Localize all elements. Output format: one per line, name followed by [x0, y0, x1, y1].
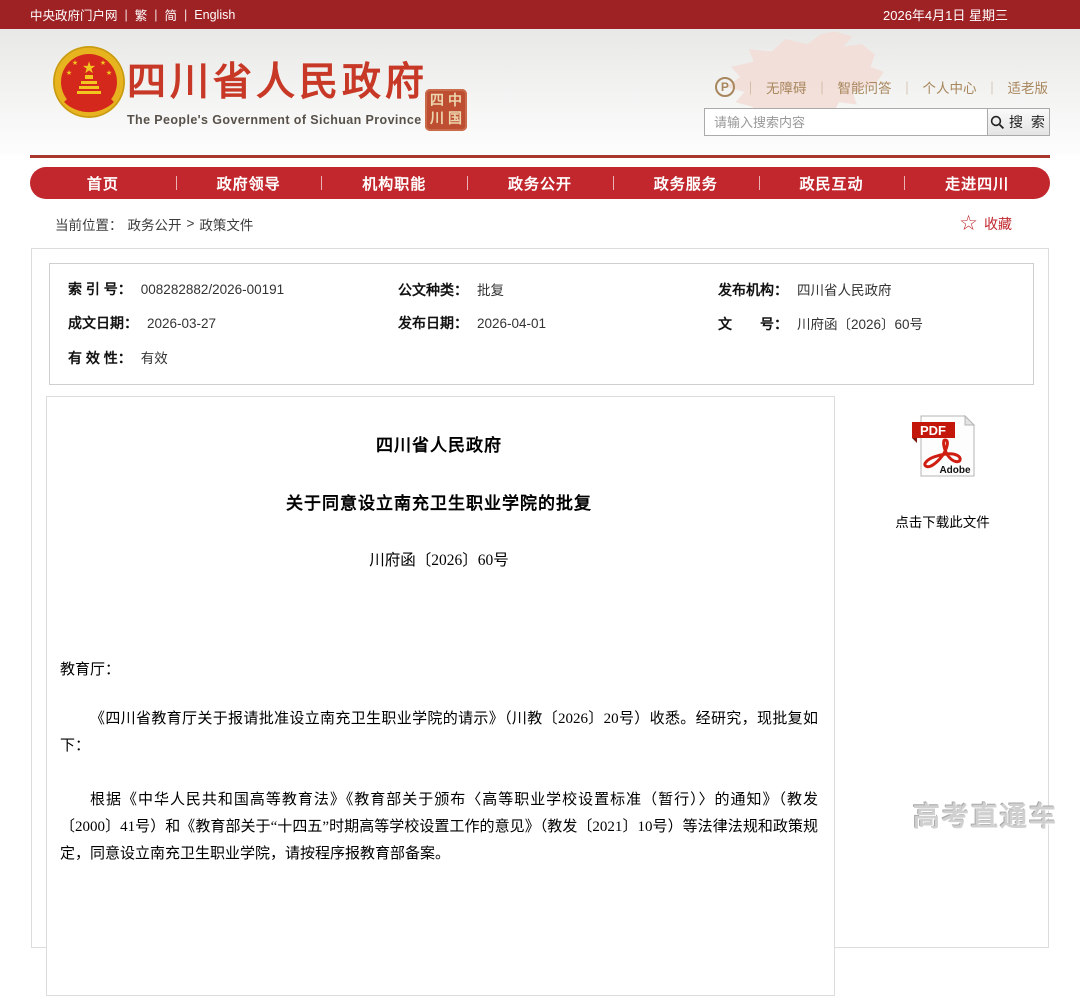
- nav-item-home[interactable]: 首页: [30, 167, 176, 199]
- search-button[interactable]: 搜 索: [987, 108, 1050, 136]
- download-file-link[interactable]: 点击下载此文件: [835, 511, 1050, 531]
- search-input[interactable]: [704, 108, 987, 136]
- simplified-chinese-link[interactable]: 简: [165, 5, 178, 24]
- document-type-value: 批复: [477, 279, 504, 299]
- svg-text:PDF: PDF: [920, 423, 946, 438]
- document-title: 关于同意设立南充卫生职业学院的批复: [60, 489, 818, 514]
- index-number-label: 索 引 号：: [68, 279, 132, 299]
- header-quick-links: P ｜ 无障碍 ｜ 智能问答 ｜ 个人中心 ｜ 适老版: [715, 77, 1048, 97]
- favorite-label: 收藏: [984, 214, 1012, 234]
- svg-text:★: ★: [82, 60, 96, 77]
- separator: |: [184, 8, 187, 22]
- svg-text:★: ★: [66, 69, 72, 77]
- svg-text:Adobe: Adobe: [939, 465, 971, 476]
- publish-date-value: 2026-04-01: [477, 316, 546, 331]
- validity-label: 有 效 性：: [68, 348, 132, 368]
- svg-text:★: ★: [106, 69, 112, 77]
- metadata-row: 成文日期： 2026-03-27 发布日期： 2026-04-01 文 号： 川…: [50, 306, 1033, 340]
- nav-item-government-affairs[interactable]: 政务公开: [467, 167, 613, 199]
- nav-item-into-sichuan[interactable]: 走进四川: [904, 167, 1050, 199]
- separator: ｜: [985, 78, 998, 97]
- breadcrumb-label: 当前位置：: [55, 214, 123, 234]
- breadcrumb-separator: >: [187, 216, 195, 231]
- document-number-value: 川府函〔2026〕60号: [797, 313, 923, 333]
- nav-item-institutions[interactable]: 机构职能: [321, 167, 467, 199]
- traditional-chinese-link[interactable]: 繁: [135, 5, 148, 24]
- accessibility-link[interactable]: 无障碍: [766, 77, 807, 97]
- central-gov-portal-link[interactable]: 中央政府门户网: [30, 5, 118, 24]
- breadcrumb-item-gov-affairs[interactable]: 政务公开: [128, 214, 182, 234]
- english-link[interactable]: English: [194, 8, 235, 22]
- watermark-text: 高考直通车: [913, 795, 1058, 834]
- document-paragraph: 《四川省教育厅关于报请批准设立南充卫生职业学院的请示》（川教〔2026〕20号）…: [60, 706, 818, 760]
- favorite-button[interactable]: ☆ 收藏: [959, 213, 1012, 234]
- separator: ｜: [744, 78, 757, 97]
- document-paragraph: 根据《中华人民共和国高等教育法》《教育部关于颁布〈高等职业学校设置标准（暂行）〉…: [60, 787, 818, 868]
- content-container: 索 引 号： 008282882/2026-00191 公文种类： 批复 发布机…: [31, 248, 1049, 948]
- document-body: 四川省人民政府 关于同意设立南充卫生职业学院的批复 川府函〔2026〕60号 教…: [46, 396, 835, 996]
- separator: ｜: [900, 78, 913, 97]
- top-bar: 中央政府门户网 | 繁 | 简 | English 2026年4月1日 星期三: [0, 0, 1080, 29]
- separator: |: [154, 8, 157, 22]
- site-title-block: 四川省人民政府 The People's Government of Sichu…: [127, 51, 428, 127]
- national-emblem-logo: ★ ★ ★ ★ ★: [52, 45, 126, 119]
- smart-qa-link[interactable]: 智能问答: [837, 77, 891, 97]
- breadcrumb-bar: 当前位置： 政务公开 > 政策文件 ☆ 收藏: [0, 199, 1080, 248]
- issuing-agency-label: 发布机构：: [718, 280, 788, 300]
- search-icon: [990, 115, 1005, 130]
- metadata-row: 索 引 号： 008282882/2026-00191 公文种类： 批复 发布机…: [50, 272, 1033, 306]
- breadcrumb-item-policy-documents[interactable]: 政策文件: [199, 214, 253, 234]
- issuing-agency-value: 四川省人民政府: [797, 279, 892, 299]
- site-name-english: The People's Government of Sichuan Provi…: [127, 113, 428, 127]
- nav-item-government-leaders[interactable]: 政府领导: [176, 167, 322, 199]
- main-navigation: 首页 政府领导 机构职能 政务公开 政务服务 政民互动 走进四川: [30, 167, 1050, 199]
- top-bar-links: 中央政府门户网 | 繁 | 简 | English: [30, 5, 235, 24]
- document-issuing-org: 四川省人民政府: [60, 431, 818, 456]
- personal-center-link[interactable]: 个人中心: [922, 77, 976, 97]
- site-name: 四川省人民政府: [127, 51, 428, 107]
- separator: ｜: [815, 78, 828, 97]
- search-button-label: 搜 索: [1009, 112, 1047, 132]
- document-salutation: 教育厅：: [60, 658, 818, 679]
- current-date: 2026年4月1日 星期三: [883, 5, 1008, 24]
- attachment-panel: PDF Adobe 点击下载此文件: [835, 414, 1050, 531]
- china-sichuan-seal-icon: 四中川国: [425, 89, 467, 131]
- elderly-version-link[interactable]: 适老版: [1008, 77, 1049, 97]
- header-divider-line: [30, 155, 1050, 158]
- written-date-label: 成文日期：: [68, 313, 138, 333]
- national-emblem-icon: ★ ★ ★ ★ ★: [52, 45, 126, 119]
- document-number: 川府函〔2026〕60号: [60, 548, 818, 570]
- separator: |: [125, 8, 128, 22]
- metadata-row: 有 效 性： 有效: [50, 340, 1033, 374]
- pdf-file-icon[interactable]: PDF Adobe: [908, 414, 978, 483]
- breadcrumb: 当前位置： 政务公开 > 政策文件: [55, 214, 253, 234]
- document-type-label: 公文种类：: [398, 280, 468, 300]
- validity-value: 有效: [141, 347, 168, 367]
- nav-item-government-services[interactable]: 政务服务: [613, 167, 759, 199]
- accessibility-p-icon[interactable]: P: [715, 77, 735, 97]
- document-number-label: 文 号：: [718, 314, 788, 334]
- document-metadata-box: 索 引 号： 008282882/2026-00191 公文种类： 批复 发布机…: [49, 263, 1034, 385]
- publish-date-label: 发布日期：: [398, 313, 468, 333]
- star-icon: ☆: [959, 213, 978, 234]
- svg-text:★: ★: [100, 59, 106, 67]
- written-date-value: 2026-03-27: [147, 316, 216, 331]
- site-header: ★ ★ ★ ★ ★ 四川省人民政府 The People's Governmen…: [0, 29, 1080, 155]
- search-area: 搜 索: [704, 108, 1050, 136]
- index-number-value: 008282882/2026-00191: [141, 282, 284, 297]
- nav-item-public-interaction[interactable]: 政民互动: [759, 167, 905, 199]
- svg-text:★: ★: [72, 59, 78, 67]
